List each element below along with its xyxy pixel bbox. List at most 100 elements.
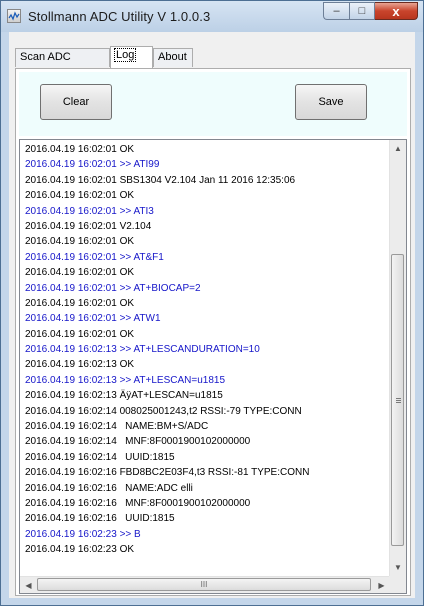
app-window: Stollmann ADC Utility V 1.0.0.3 – □ x Sc… [0,0,424,606]
log-date: 2016.04.19 [25,513,76,525]
log-message: >> AT&F1 [119,251,164,263]
log-date: 2016.04.19 [25,297,76,309]
log-line[interactable]: 2016.04.19 16:02:14 MNF:8F00019001020000… [20,434,390,449]
log-time: 16:02:01 [77,205,117,217]
log-date: 2016.04.19 [25,421,76,433]
clear-button[interactable]: Clear [40,84,112,120]
log-message: >> AT+LESCAN=u1815 [119,374,226,386]
log-message: >> ATI3 [119,205,154,217]
vertical-scrollbar[interactable]: ▲ ▼ [389,140,406,576]
log-message: OK [119,267,135,279]
maximize-button[interactable]: □ [349,2,375,20]
log-line[interactable]: 2016.04.19 16:02:13 >> AT+LESCANDURATION… [20,342,390,357]
minimize-button[interactable]: – [323,2,349,20]
log-date: 2016.04.19 [25,282,76,294]
window-controls: – □ x [323,2,418,21]
log-line[interactable]: 2016.04.19 16:02:01 OK [20,265,390,280]
tab-log[interactable]: Log [110,46,153,68]
scroll-up-icon[interactable]: ▲ [390,140,406,157]
log-message: >> B [119,528,141,540]
log-line[interactable]: 2016.04.19 16:02:01 >> AT&F1 [20,250,390,265]
log-line[interactable]: 2016.04.19 16:02:01 >> ATW1 [20,311,390,326]
app-icon[interactable] [7,9,21,23]
log-date: 2016.04.19 [25,344,76,356]
log-line[interactable]: 2016.04.19 16:02:16 UUID:1815 [20,511,390,526]
close-button[interactable]: x [375,2,418,20]
log-date: 2016.04.19 [25,205,76,217]
title-bar[interactable]: Stollmann ADC Utility V 1.0.0.3 – □ x [1,1,423,32]
log-line[interactable]: 2016.04.19 16:02:13 OK [20,357,390,372]
log-listbox[interactable]: 2016.04.19 16:02:01 OK 2016.04.19 16:02:0… [19,139,407,594]
log-time: 16:02:14 [77,436,117,448]
log-time: 16:02:14 [77,421,117,433]
log-line[interactable]: 2016.04.19 16:02:01 OK [20,296,390,311]
horizontal-scrollbar[interactable]: ◀ III ▶ [20,576,390,593]
log-line[interactable]: 2016.04.19 16:02:01 OK [20,327,390,342]
log-message: OK [119,544,135,556]
window-title: Stollmann ADC Utility V 1.0.0.3 [28,9,211,24]
log-date: 2016.04.19 [25,159,76,171]
minimize-icon: – [333,5,340,17]
log-line[interactable]: 2016.04.19 16:02:01 OK [20,142,390,157]
log-time: 16:02:16 [77,467,117,479]
close-icon: x [392,3,400,19]
log-line[interactable]: 2016.04.19 16:02:01 >> ATI99 [20,157,390,172]
log-line[interactable]: 2016.04.19 16:02:01 >> AT+BIOCAP=2 [20,281,390,296]
log-date: 2016.04.19 [25,390,76,402]
log-line[interactable]: 2016.04.19 16:02:16 FBD8BC2E03F4,t3 RSSI… [20,465,390,480]
log-time: 16:02:01 [77,236,117,248]
log-line[interactable]: 2016.04.19 16:02:13 ÄÿAT+LESCAN=u1815 [20,388,390,403]
log-time: 16:02:01 [77,144,117,155]
log-date: 2016.04.19 [25,497,76,509]
scroll-right-icon[interactable]: ▶ [373,577,390,593]
log-message: UUID:1815 [119,513,175,525]
log-date: 2016.04.19 [25,251,76,263]
tab-label: Log [113,48,137,62]
log-message: OK [119,359,135,371]
log-line[interactable]: 2016.04.19 16:02:01 OK [20,234,390,249]
log-line[interactable]: 2016.04.19 16:02:14 008025001243,t2 RSSI… [20,404,390,419]
grip-line [396,400,401,401]
log-line[interactable]: 2016.04.19 16:02:01 SBS1304 V2.104 Jan 1… [20,173,390,188]
log-date: 2016.04.19 [25,174,76,186]
log-time: 16:02:13 [77,390,117,402]
maximize-icon: □ [358,5,366,17]
button-area: Clear Save [19,72,407,136]
log-time: 16:02:14 [77,451,117,463]
log-line[interactable]: 2016.04.19 16:02:23 OK [20,542,390,557]
log-date: 2016.04.19 [25,451,76,463]
log-date: 2016.04.19 [25,482,76,494]
log-time: 16:02:01 [77,159,117,171]
log-time: 16:02:16 [77,497,117,509]
log-line[interactable]: 2016.04.19 16:02:14 UUID:1815 [20,450,390,465]
horizontal-scroll-thumb[interactable]: III [37,578,371,591]
log-line[interactable]: 2016.04.19 16:02:14 NAME:BM+S/ADC [20,419,390,434]
log-date: 2016.04.19 [25,236,76,248]
log-message: >> ATI99 [119,159,160,171]
tab-scan-adc-devices[interactable]: Scan ADC devices [15,48,110,80]
scroll-left-icon[interactable]: ◀ [20,577,37,593]
log-date: 2016.04.19 [25,190,76,202]
log-message: OK [119,190,135,202]
log-line[interactable]: 2016.04.19 16:02:16 MNF:8F00019001020000… [20,496,390,511]
log-line[interactable]: 2016.04.19 16:02:01 V2.104 [20,219,390,234]
log-message: >> AT+BIOCAP=2 [119,282,201,294]
log-message: OK [119,297,135,309]
log-message: >> AT+LESCANDURATION=10 [119,344,260,356]
save-button[interactable]: Save [295,84,367,120]
log-message: SBS1304 V2.104 Jan 11 2016 12:35:06 [119,174,296,186]
vertical-scroll-thumb[interactable] [391,254,404,546]
log-line[interactable]: 2016.04.19 16:02:23 >> B [20,527,390,542]
log-line[interactable]: 2016.04.19 16:02:01 OK [20,188,390,203]
log-line[interactable]: 2016.04.19 16:02:01 >> ATI3 [20,204,390,219]
log-message: MNF:8F0001900102000000 [119,497,251,509]
log-date: 2016.04.19 [25,267,76,279]
log-time: 16:02:01 [77,297,117,309]
log-time: 16:02:23 [77,544,117,556]
tab-about[interactable]: About [153,48,193,67]
log-line[interactable]: 2016.04.19 16:02:13 >> AT+LESCAN=u1815 [20,373,390,388]
scroll-down-icon[interactable]: ▼ [390,559,406,576]
log-time: 16:02:01 [77,282,117,294]
log-message: OK [119,236,135,248]
log-line[interactable]: 2016.04.19 16:02:16 NAME:ADC elli [20,481,390,496]
